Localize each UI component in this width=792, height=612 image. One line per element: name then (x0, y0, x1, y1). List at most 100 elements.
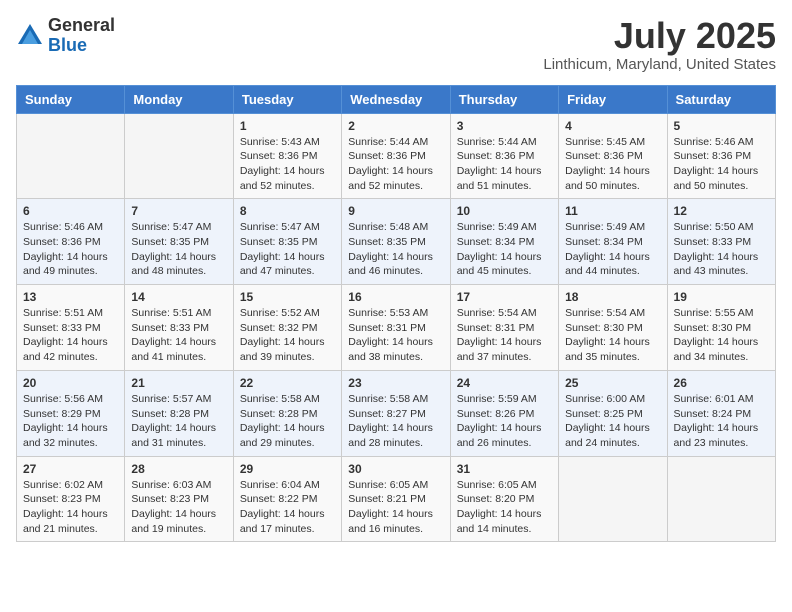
day-number: 31 (457, 462, 552, 476)
day-info: Sunrise: 5:44 AM Sunset: 8:36 PM Dayligh… (457, 135, 552, 194)
day-header-wednesday: Wednesday (342, 85, 450, 113)
calendar-cell: 9Sunrise: 5:48 AM Sunset: 8:35 PM Daylig… (342, 199, 450, 285)
calendar-cell: 31 Sunrise: 6:05 AM Sunset: 8:20 PM Dayli… (450, 456, 558, 542)
calendar-cell: 26 Sunrise: 6:01 AM Sunset: 8:24 PM Dayli… (667, 370, 775, 456)
main-title: July 2025 (543, 16, 776, 56)
day-info: Sunrise: 5:49 AM Sunset: 8:34 PM Dayligh… (565, 220, 660, 279)
calendar-week-4: 20Sunrise: 5:56 AM Sunset: 8:29 PM Dayli… (17, 370, 776, 456)
day-number: 1 (240, 119, 335, 133)
calendar-cell: 2 Sunrise: 5:44 AM Sunset: 8:36 PM Daylig… (342, 113, 450, 199)
day-number: 30 (348, 462, 443, 476)
calendar-cell: 19 Sunrise: 5:55 AM Sunset: 8:30 PM Dayli… (667, 285, 775, 371)
calendar-cell: 28 Sunrise: 6:03 AM Sunset: 8:23 PM Dayli… (125, 456, 233, 542)
day-info: Sunrise: 5:46 AM Sunset: 8:36 PM Dayligh… (674, 135, 769, 194)
calendar-cell: 6 Sunrise: 5:46 AM Sunset: 8:36 PM Daylig… (17, 199, 125, 285)
day-header-thursday: Thursday (450, 85, 558, 113)
day-header-tuesday: Tuesday (233, 85, 341, 113)
day-info: Sunrise: 5:52 AM Sunset: 8:32 PM Dayligh… (240, 306, 335, 365)
day-info: Sunrise: 6:00 AM Sunset: 8:25 PM Dayligh… (565, 392, 660, 451)
calendar-cell (667, 456, 775, 542)
day-info: Sunrise: 5:48 AM Sunset: 8:35 PM Dayligh… (348, 220, 443, 279)
day-number: 16 (348, 290, 443, 304)
day-number: 27 (23, 462, 118, 476)
day-number: 29 (240, 462, 335, 476)
calendar-cell (125, 113, 233, 199)
day-info: Sunrise: 5:44 AM Sunset: 8:36 PM Dayligh… (348, 135, 443, 194)
day-number: 6 (23, 204, 118, 218)
day-number: 5 (674, 119, 769, 133)
day-info: Sunrise: 5:50 AM Sunset: 8:33 PM Dayligh… (674, 220, 769, 279)
day-info: Sunrise: 5:45 AM Sunset: 8:36 PM Dayligh… (565, 135, 660, 194)
title-block: July 2025 Linthicum, Maryland, United St… (543, 16, 776, 73)
calendar-cell: 16 Sunrise: 5:53 AM Sunset: 8:31 PM Dayli… (342, 285, 450, 371)
day-header-monday: Monday (125, 85, 233, 113)
calendar-cell: 8 Sunrise: 5:47 AM Sunset: 8:35 PM Daylig… (233, 199, 341, 285)
day-info: Sunrise: 5:51 AM Sunset: 8:33 PM Dayligh… (131, 306, 226, 365)
calendar-week-1: 1 Sunrise: 5:43 AM Sunset: 8:36 PM Daylig… (17, 113, 776, 199)
calendar-cell: 23Sunrise: 5:58 AM Sunset: 8:27 PM Dayli… (342, 370, 450, 456)
day-info: Sunrise: 6:03 AM Sunset: 8:23 PM Dayligh… (131, 478, 226, 537)
calendar-cell: 13Sunrise: 5:51 AM Sunset: 8:33 PM Dayli… (17, 285, 125, 371)
day-header-sunday: Sunday (17, 85, 125, 113)
day-header-saturday: Saturday (667, 85, 775, 113)
day-info: Sunrise: 5:56 AM Sunset: 8:29 PM Dayligh… (23, 392, 118, 451)
calendar-cell: 20Sunrise: 5:56 AM Sunset: 8:29 PM Dayli… (17, 370, 125, 456)
day-info: Sunrise: 6:05 AM Sunset: 8:20 PM Dayligh… (457, 478, 552, 537)
calendar-cell: 7 Sunrise: 5:47 AM Sunset: 8:35 PM Daylig… (125, 199, 233, 285)
subtitle: Linthicum, Maryland, United States (543, 56, 776, 73)
day-number: 25 (565, 376, 660, 390)
calendar-week-2: 6 Sunrise: 5:46 AM Sunset: 8:36 PM Daylig… (17, 199, 776, 285)
calendar-cell: 5 Sunrise: 5:46 AM Sunset: 8:36 PM Daylig… (667, 113, 775, 199)
day-info: Sunrise: 5:46 AM Sunset: 8:36 PM Dayligh… (23, 220, 118, 279)
calendar-cell: 21Sunrise: 5:57 AM Sunset: 8:28 PM Dayli… (125, 370, 233, 456)
day-number: 26 (674, 376, 769, 390)
day-number: 28 (131, 462, 226, 476)
calendar-cell: 3 Sunrise: 5:44 AM Sunset: 8:36 PM Daylig… (450, 113, 558, 199)
day-number: 4 (565, 119, 660, 133)
calendar-cell (559, 456, 667, 542)
day-header-friday: Friday (559, 85, 667, 113)
day-info: Sunrise: 5:54 AM Sunset: 8:31 PM Dayligh… (457, 306, 552, 365)
day-number: 7 (131, 204, 226, 218)
day-info: Sunrise: 6:01 AM Sunset: 8:24 PM Dayligh… (674, 392, 769, 451)
calendar-week-3: 13Sunrise: 5:51 AM Sunset: 8:33 PM Dayli… (17, 285, 776, 371)
calendar-cell: 15 Sunrise: 5:52 AM Sunset: 8:32 PM Dayli… (233, 285, 341, 371)
day-info: Sunrise: 5:55 AM Sunset: 8:30 PM Dayligh… (674, 306, 769, 365)
day-info: Sunrise: 5:57 AM Sunset: 8:28 PM Dayligh… (131, 392, 226, 451)
calendar-table: SundayMondayTuesdayWednesdayThursdayFrid… (16, 85, 776, 543)
day-number: 8 (240, 204, 335, 218)
calendar-cell: 18 Sunrise: 5:54 AM Sunset: 8:30 PM Dayli… (559, 285, 667, 371)
calendar-cell: 14 Sunrise: 5:51 AM Sunset: 8:33 PM Dayli… (125, 285, 233, 371)
day-number: 15 (240, 290, 335, 304)
day-number: 18 (565, 290, 660, 304)
day-info: Sunrise: 6:02 AM Sunset: 8:23 PM Dayligh… (23, 478, 118, 537)
day-info: Sunrise: 6:04 AM Sunset: 8:22 PM Dayligh… (240, 478, 335, 537)
day-number: 3 (457, 119, 552, 133)
day-info: Sunrise: 5:51 AM Sunset: 8:33 PM Dayligh… (23, 306, 118, 365)
day-number: 24 (457, 376, 552, 390)
day-info: Sunrise: 5:47 AM Sunset: 8:35 PM Dayligh… (240, 220, 335, 279)
logo: General Blue (16, 16, 115, 56)
logo-blue: Blue (48, 35, 87, 55)
calendar-cell: 17 Sunrise: 5:54 AM Sunset: 8:31 PM Dayli… (450, 285, 558, 371)
day-info: Sunrise: 5:43 AM Sunset: 8:36 PM Dayligh… (240, 135, 335, 194)
day-number: 17 (457, 290, 552, 304)
logo-text: General Blue (48, 16, 115, 56)
calendar-cell: 27 Sunrise: 6:02 AM Sunset: 8:23 PM Dayli… (17, 456, 125, 542)
day-number: 10 (457, 204, 552, 218)
day-number: 23 (348, 376, 443, 390)
day-info: Sunrise: 6:05 AM Sunset: 8:21 PM Dayligh… (348, 478, 443, 537)
calendar-cell: 4 Sunrise: 5:45 AM Sunset: 8:36 PM Daylig… (559, 113, 667, 199)
logo-icon (16, 22, 44, 50)
day-number: 2 (348, 119, 443, 133)
day-info: Sunrise: 5:53 AM Sunset: 8:31 PM Dayligh… (348, 306, 443, 365)
day-info: Sunrise: 5:47 AM Sunset: 8:35 PM Dayligh… (131, 220, 226, 279)
day-number: 14 (131, 290, 226, 304)
day-info: Sunrise: 5:59 AM Sunset: 8:26 PM Dayligh… (457, 392, 552, 451)
logo-general: General (48, 15, 115, 35)
day-number: 19 (674, 290, 769, 304)
calendar-cell: 30 Sunrise: 6:05 AM Sunset: 8:21 PM Dayli… (342, 456, 450, 542)
day-info: Sunrise: 5:49 AM Sunset: 8:34 PM Dayligh… (457, 220, 552, 279)
day-info: Sunrise: 5:54 AM Sunset: 8:30 PM Dayligh… (565, 306, 660, 365)
calendar-cell: 29 Sunrise: 6:04 AM Sunset: 8:22 PM Dayli… (233, 456, 341, 542)
